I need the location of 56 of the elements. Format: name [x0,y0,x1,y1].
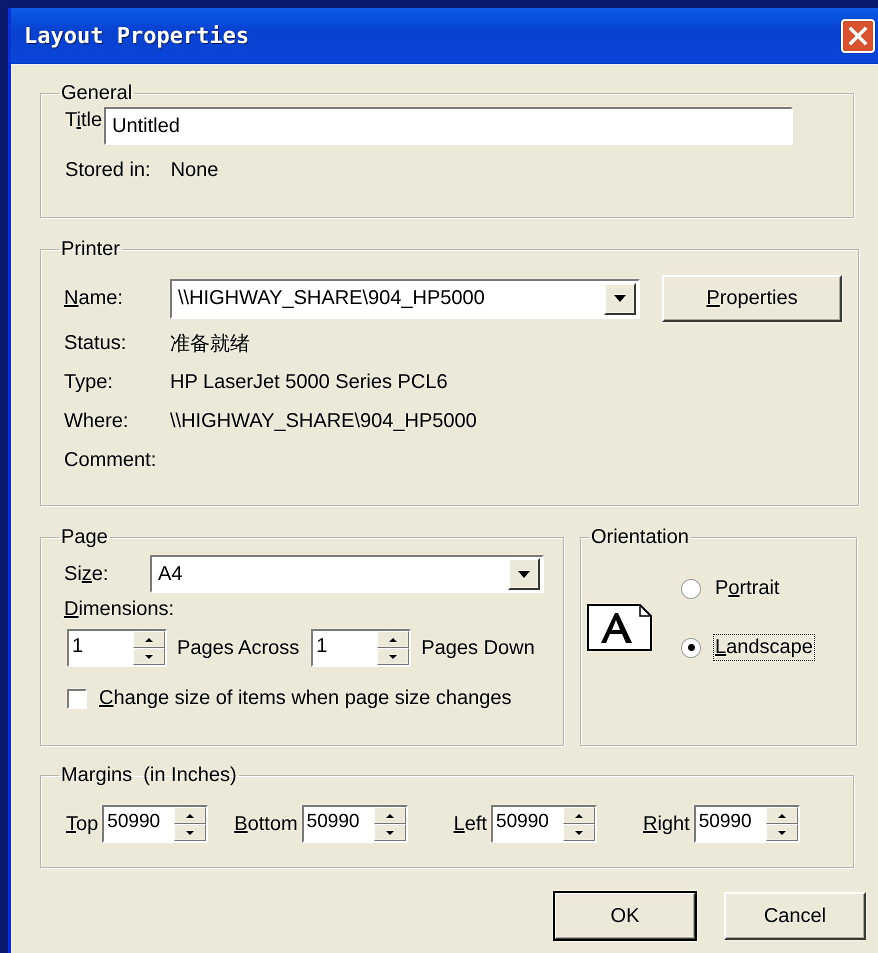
spin-buttons[interactable] [133,631,165,665]
spin-field[interactable]: 1 [311,629,412,667]
radio-label[interactable]: Portrait [713,575,782,602]
info-label: Where: [63,410,130,433]
size-dropdown[interactable]: A4 [150,555,544,593]
caret-icon [518,570,530,578]
pages-down-label: Pages Down [421,636,535,660]
close-icon [847,25,869,47]
spin-buttons[interactable] [174,807,206,841]
stored-in-label: Stored in: [65,159,151,182]
info-label: Comment: [63,449,158,472]
info-value: HP LaserJet 5000 Series PCL6 [170,371,448,394]
spin-buttons[interactable] [563,807,595,841]
radio-button[interactable] [681,638,701,658]
radio-label[interactable]: Landscape [713,634,815,661]
margin-label: Top [66,812,98,836]
caret-icon [614,295,626,302]
checkbox[interactable] [67,688,87,708]
info-label: Status: [63,332,128,355]
group-label: Page [60,526,109,549]
group-label: Orientation [590,526,690,549]
info-value: 准备就绪 [170,332,250,357]
radio-button[interactable] [681,578,701,598]
ok-button[interactable]: OK [554,892,696,940]
spin-field[interactable]: 1 [67,629,167,667]
spin-buttons[interactable] [766,807,798,841]
stored-in-value: None [170,159,218,182]
group-label: Margins (in Inches) [60,764,238,787]
size-label: Size: [64,562,110,586]
title-label: Title [65,109,102,132]
name-label: Name: [63,287,124,310]
info-value: \\HIGHWAY_SHARE\904_HP5000 [170,410,477,433]
printer-dropdown[interactable]: \\HIGHWAY_SHARE\904_HP5000 [170,278,640,318]
title-field[interactable]: Untitled [104,107,794,145]
pages-across-label: Pages Across [177,636,300,660]
group-label: Printer [60,238,121,261]
spin-field[interactable]: 50990 [302,805,408,843]
margin-label: Left [454,812,487,836]
spin-buttons[interactable] [374,807,406,841]
dropdown-button[interactable] [508,558,540,590]
spin-field[interactable]: 50990 [694,805,800,843]
cancel-button[interactable]: Cancel [724,892,866,940]
info-label: Type: [63,371,114,394]
window-title: Layout Properties [24,24,250,48]
close-button[interactable] [841,19,875,53]
spin-buttons[interactable] [377,631,410,665]
checkbox-label[interactable]: Change size of items when page size changes [99,687,512,710]
dropdown-button[interactable] [604,282,636,314]
margin-label: Bottom [234,812,298,836]
page-letter-icon [587,604,653,652]
spin-field[interactable]: 50990 [102,805,208,843]
spin-field[interactable]: 50990 [491,805,597,843]
margin-label: Right [643,812,690,836]
group-label: General [60,82,134,105]
dimensions-label: Dimensions: [64,598,174,620]
properties-button[interactable]: Properties [662,275,842,322]
